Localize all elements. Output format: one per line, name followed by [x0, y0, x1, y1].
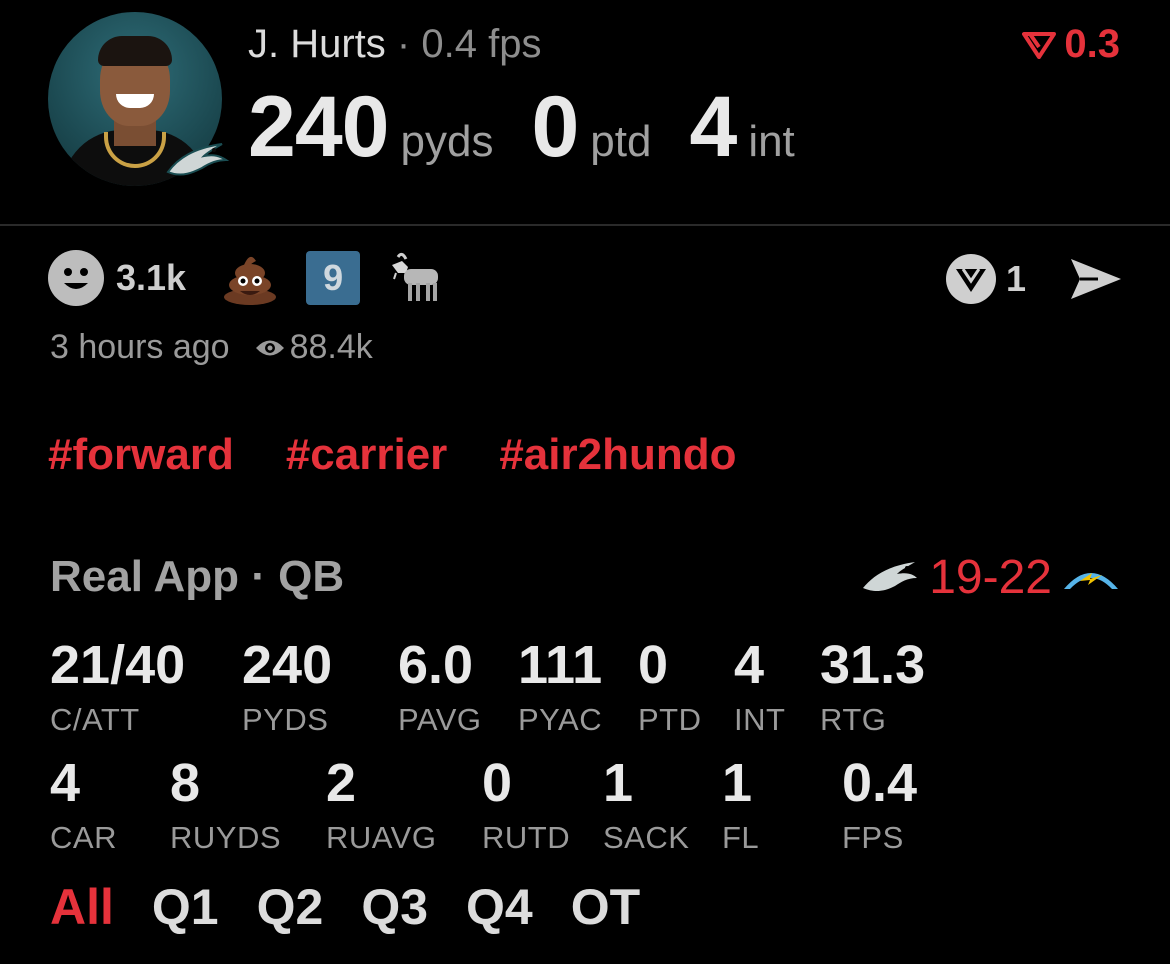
headline-int-unit: int: [748, 117, 795, 166]
views-counter: 88.4k: [254, 328, 373, 367]
headline-stats: 240 pyds 0 ptd 4 int: [248, 78, 833, 177]
stat-value: 0: [638, 635, 669, 695]
nine-keycap-icon[interactable]: 9: [306, 251, 361, 305]
eagles-logo-icon: [863, 561, 918, 591]
real-logo-icon[interactable]: [944, 252, 998, 306]
stat-value: 0: [482, 753, 513, 813]
game-score[interactable]: 19-22: [861, 550, 1120, 605]
post-meta: 3 hours ago 88.4k: [50, 328, 373, 367]
stat-label: PYDS: [242, 702, 329, 737]
tab-q3[interactable]: Q3: [361, 878, 428, 936]
stat-label: FPS: [842, 820, 904, 855]
stat-label: PAVG: [398, 702, 482, 737]
reactions-bar: 3.1k 9: [48, 250, 472, 306]
stat-value: 4: [50, 753, 81, 813]
stat-int: 4 INT: [734, 638, 785, 738]
tab-q2[interactable]: Q2: [257, 878, 324, 936]
headline-int-value: 4: [689, 79, 737, 175]
hashtag-list: #forward #carrier #air2hundo: [48, 430, 788, 480]
stat-car: 4 CAR: [50, 756, 117, 856]
stat-label: FL: [722, 820, 760, 855]
stat-label: PYAC: [518, 702, 603, 737]
stat-ptd: 0 PTD: [638, 638, 702, 738]
period-tabs: All Q1 Q2 Q3 Q4 OT: [50, 878, 678, 936]
headline-pyds-value: 240: [248, 79, 389, 175]
rating-delta[interactable]: 0.3: [1022, 22, 1120, 67]
stat-value: 8: [170, 753, 201, 813]
smile-count[interactable]: 3.1k: [116, 257, 186, 299]
chargers-logo-icon: [1064, 572, 1118, 589]
stat-label: RTG: [820, 702, 887, 737]
player-name-line[interactable]: J. Hurts · 0.4 fps: [248, 22, 541, 67]
tab-q4[interactable]: Q4: [466, 878, 533, 936]
stat-value: 6.0: [398, 635, 474, 695]
stat-label: PTD: [638, 702, 702, 737]
stat-value: 4: [734, 635, 765, 695]
stat-label: RUAVG: [326, 820, 437, 855]
headline-pyds-unit: pyds: [400, 117, 494, 166]
stat-ruavg: 2 RUAVG: [326, 756, 436, 856]
stat-label: RUYDS: [170, 820, 282, 855]
post-actions: 1: [944, 252, 1124, 306]
stat-value: 1: [603, 753, 634, 813]
stat-ruyds: 8 RUYDS: [170, 756, 281, 856]
send-icon[interactable]: [1068, 255, 1124, 303]
stat-value: 111: [518, 635, 603, 695]
stat-rtg: 31.3 RTG: [820, 638, 925, 738]
section-title: Real App · QB: [50, 552, 345, 601]
stat-pyac: 111 PYAC: [518, 638, 602, 738]
name-separator: ·: [396, 22, 411, 66]
hashtag-carrier[interactable]: #carrier: [286, 430, 447, 480]
stat-value: 31.3: [820, 635, 926, 695]
player-name[interactable]: J. Hurts: [248, 22, 386, 66]
stat-fl: 1 FL: [722, 756, 759, 856]
stat-label: RUTD: [482, 820, 571, 855]
stat-label: CAR: [50, 820, 117, 855]
stat-value: 0.4: [842, 753, 918, 813]
real-count[interactable]: 1: [1006, 258, 1026, 300]
stat-label: C/ATT: [50, 702, 140, 737]
keycap-number: 9: [323, 257, 344, 298]
hashtag-air2hundo[interactable]: #air2hundo: [499, 430, 736, 480]
poop-emoji-icon[interactable]: [222, 251, 278, 305]
stat-value: 2: [326, 753, 357, 813]
stat-sack: 1 SACK: [603, 756, 689, 856]
hashtag-forward[interactable]: #forward: [48, 430, 234, 480]
fps-label: 0.4 fps: [421, 22, 542, 66]
tab-all[interactable]: All: [50, 878, 114, 936]
avatar-hair: [98, 36, 172, 66]
delta-value: 0.3: [1064, 22, 1120, 66]
score-text: 19-22: [929, 551, 1052, 604]
stat-pavg: 6.0 PAVG: [398, 638, 482, 738]
tab-q1[interactable]: Q1: [152, 878, 219, 936]
smile-icon[interactable]: [48, 250, 104, 306]
header-divider: [0, 224, 1170, 226]
eagles-logo-icon: [166, 143, 230, 176]
tab-ot[interactable]: OT: [571, 878, 640, 936]
goat-emoji-icon[interactable]: [388, 251, 444, 305]
time-ago: 3 hours ago: [50, 328, 230, 366]
stat-value: 240: [242, 635, 333, 695]
stat-fps: 0.4 FPS: [842, 756, 917, 856]
headline-ptd-unit: ptd: [590, 117, 652, 166]
stat-label: INT: [734, 702, 786, 737]
eye-icon: [255, 340, 284, 355]
stat-value: 21/40: [50, 635, 186, 695]
stat-label: SACK: [603, 820, 690, 855]
stat-value: 1: [722, 753, 753, 813]
down-arrow-icon: [1022, 31, 1057, 59]
stat-pyds: 240 PYDS: [242, 638, 332, 738]
stat-rutd: 0 RUTD: [482, 756, 570, 856]
stat-c-att: 21/40 C/ATT: [50, 638, 185, 738]
views-count: 88.4k: [289, 328, 373, 366]
headline-ptd-value: 0: [531, 79, 579, 175]
